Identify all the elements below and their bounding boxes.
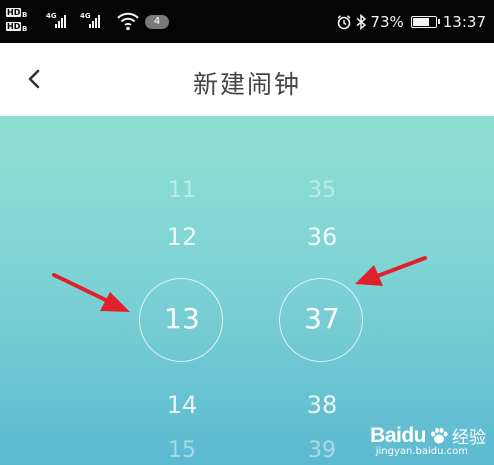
notification-badge: 4 bbox=[145, 15, 169, 29]
minute-selected[interactable]: 37 bbox=[277, 302, 367, 335]
alarm-icon bbox=[337, 14, 351, 29]
hour-selected[interactable]: 13 bbox=[137, 302, 227, 335]
minute-option-below-1[interactable]: 38 bbox=[277, 391, 367, 419]
minute-option-above-1[interactable]: 36 bbox=[277, 223, 367, 251]
clock-time: 13:37 bbox=[442, 12, 486, 31]
battery-icon bbox=[410, 15, 440, 28]
battery-percent: 73% bbox=[370, 12, 404, 31]
paw-icon bbox=[431, 427, 448, 443]
hour-option-above-1[interactable]: 12 bbox=[137, 223, 227, 251]
annotation-arrows bbox=[52, 256, 427, 312]
minute-option-above-2[interactable]: 35 bbox=[277, 178, 367, 203]
time-picker[interactable]: 11 12 13 14 15 35 36 37 38 39 Baidu 经验 j… bbox=[0, 116, 494, 465]
net-type-1: 4G bbox=[46, 12, 57, 20]
nav-bar: 新建闹钟 bbox=[0, 43, 494, 116]
wifi-icon bbox=[117, 12, 139, 31]
page-title: 新建闹钟 bbox=[192, 70, 301, 99]
watermark-logo: Baidu bbox=[370, 423, 426, 447]
minute-wheel[interactable]: 35 36 37 38 39 bbox=[277, 116, 367, 465]
hour-option-above-2[interactable]: 11 bbox=[137, 178, 227, 203]
bluetooth-icon bbox=[356, 13, 367, 30]
hd-label-2: HD bbox=[6, 22, 22, 31]
watermark-sub: 经验 bbox=[452, 428, 486, 448]
hd-sub-1: B bbox=[22, 11, 28, 19]
status-right: 73% 13:37 bbox=[336, 0, 486, 43]
hd-label-1: HD bbox=[6, 8, 22, 17]
net-type-2: 4G bbox=[80, 12, 91, 20]
baidu-watermark: Baidu 经验 jingyan.baidu.com bbox=[370, 423, 486, 458]
hour-option-below-2[interactable]: 15 bbox=[137, 438, 227, 463]
minute-option-below-2[interactable]: 39 bbox=[277, 438, 367, 463]
hour-option-below-1[interactable]: 14 bbox=[137, 391, 227, 419]
hd-volte-icon: HD B HD B bbox=[6, 8, 46, 36]
watermark-url: jingyan.baidu.com bbox=[375, 446, 468, 457]
status-bar: HD B HD B 4G 4G 4 73% 13:37 bbox=[0, 0, 494, 43]
hd-sub-2: B bbox=[22, 25, 28, 33]
hour-wheel[interactable]: 11 12 13 14 15 bbox=[137, 116, 227, 465]
arrow-to-hour-icon bbox=[52, 273, 130, 312]
